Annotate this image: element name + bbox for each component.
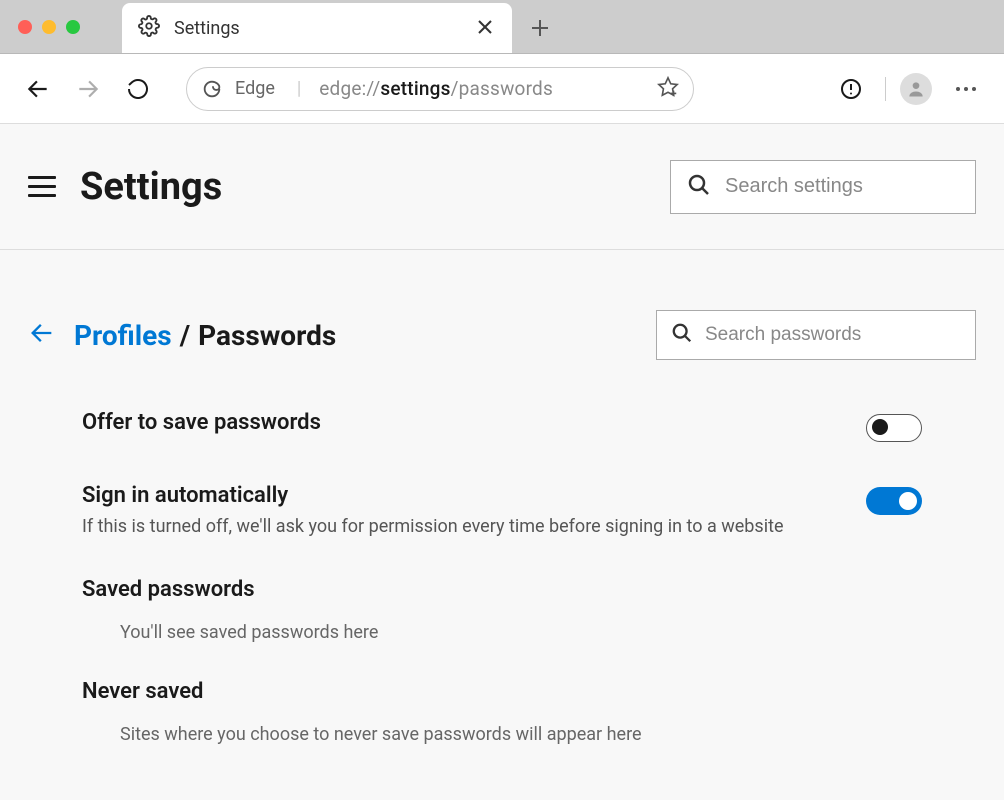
- breadcrumb-parent-link[interactable]: Profiles: [74, 319, 172, 352]
- nav-forward-button[interactable]: [68, 69, 108, 109]
- url-path-bold: settings: [380, 77, 450, 100]
- breadcrumb: Profiles / Passwords: [74, 319, 638, 352]
- address-separator: |: [297, 78, 301, 99]
- passwords-search-input[interactable]: [705, 324, 961, 346]
- auto-signin-toggle[interactable]: [866, 487, 922, 515]
- nav-back-button[interactable]: [18, 69, 58, 109]
- refresh-button[interactable]: [118, 69, 158, 109]
- setting-auto-signin: Sign in automatically If this is turned …: [28, 483, 976, 537]
- browser-toolbar: Edge | edge://settings/passwords: [0, 54, 1004, 124]
- setting-description: If this is turned off, we'll ask you for…: [82, 516, 866, 537]
- saved-passwords-empty-text: You'll see saved passwords here: [28, 622, 976, 643]
- window-close-button[interactable]: [18, 20, 32, 34]
- search-icon: [687, 173, 711, 201]
- page-title: Settings: [80, 165, 646, 209]
- inprivate-icon[interactable]: [831, 69, 871, 109]
- browser-tab-strip: Settings: [0, 0, 1004, 54]
- tab-title: Settings: [174, 18, 460, 39]
- setting-offer-save-passwords: Offer to save passwords: [28, 410, 976, 443]
- passwords-search-box[interactable]: [656, 310, 976, 360]
- settings-search-box[interactable]: [670, 160, 976, 214]
- window-maximize-button[interactable]: [66, 20, 80, 34]
- search-icon: [671, 322, 693, 348]
- setting-title: Offer to save passwords: [82, 410, 866, 435]
- new-tab-button[interactable]: [520, 8, 560, 48]
- more-menu-button[interactable]: [946, 69, 986, 109]
- breadcrumb-back-button[interactable]: [28, 319, 56, 351]
- toolbar-separator: [885, 77, 886, 101]
- hamburger-menu-button[interactable]: [28, 176, 56, 198]
- favorite-button[interactable]: [657, 76, 679, 102]
- gear-icon: [138, 15, 160, 41]
- settings-header: Settings: [0, 124, 1004, 250]
- address-url: edge://settings/passwords: [319, 77, 553, 100]
- close-tab-button[interactable]: [474, 14, 496, 43]
- breadcrumb-separator: /: [180, 319, 190, 352]
- never-saved-empty-text: Sites where you choose to never save pas…: [28, 724, 976, 745]
- saved-passwords-heading: Saved passwords: [28, 577, 976, 602]
- url-path-rest: /passwords: [451, 77, 553, 100]
- settings-search-input[interactable]: [725, 175, 990, 198]
- setting-title: Sign in automatically: [82, 483, 866, 508]
- never-saved-heading: Never saved: [28, 679, 976, 704]
- browser-tab[interactable]: Settings: [122, 3, 512, 53]
- window-minimize-button[interactable]: [42, 20, 56, 34]
- address-brand-label: Edge: [235, 78, 275, 99]
- settings-content: Profiles / Passwords Offer to save passw…: [0, 250, 1004, 745]
- address-bar[interactable]: Edge | edge://settings/passwords: [186, 67, 694, 111]
- window-controls: [18, 20, 80, 34]
- breadcrumb-current: Passwords: [198, 319, 336, 352]
- edge-logo-icon: [201, 78, 223, 100]
- offer-save-passwords-toggle[interactable]: [866, 414, 922, 442]
- url-scheme: edge://: [319, 77, 380, 100]
- profile-avatar[interactable]: [900, 73, 932, 105]
